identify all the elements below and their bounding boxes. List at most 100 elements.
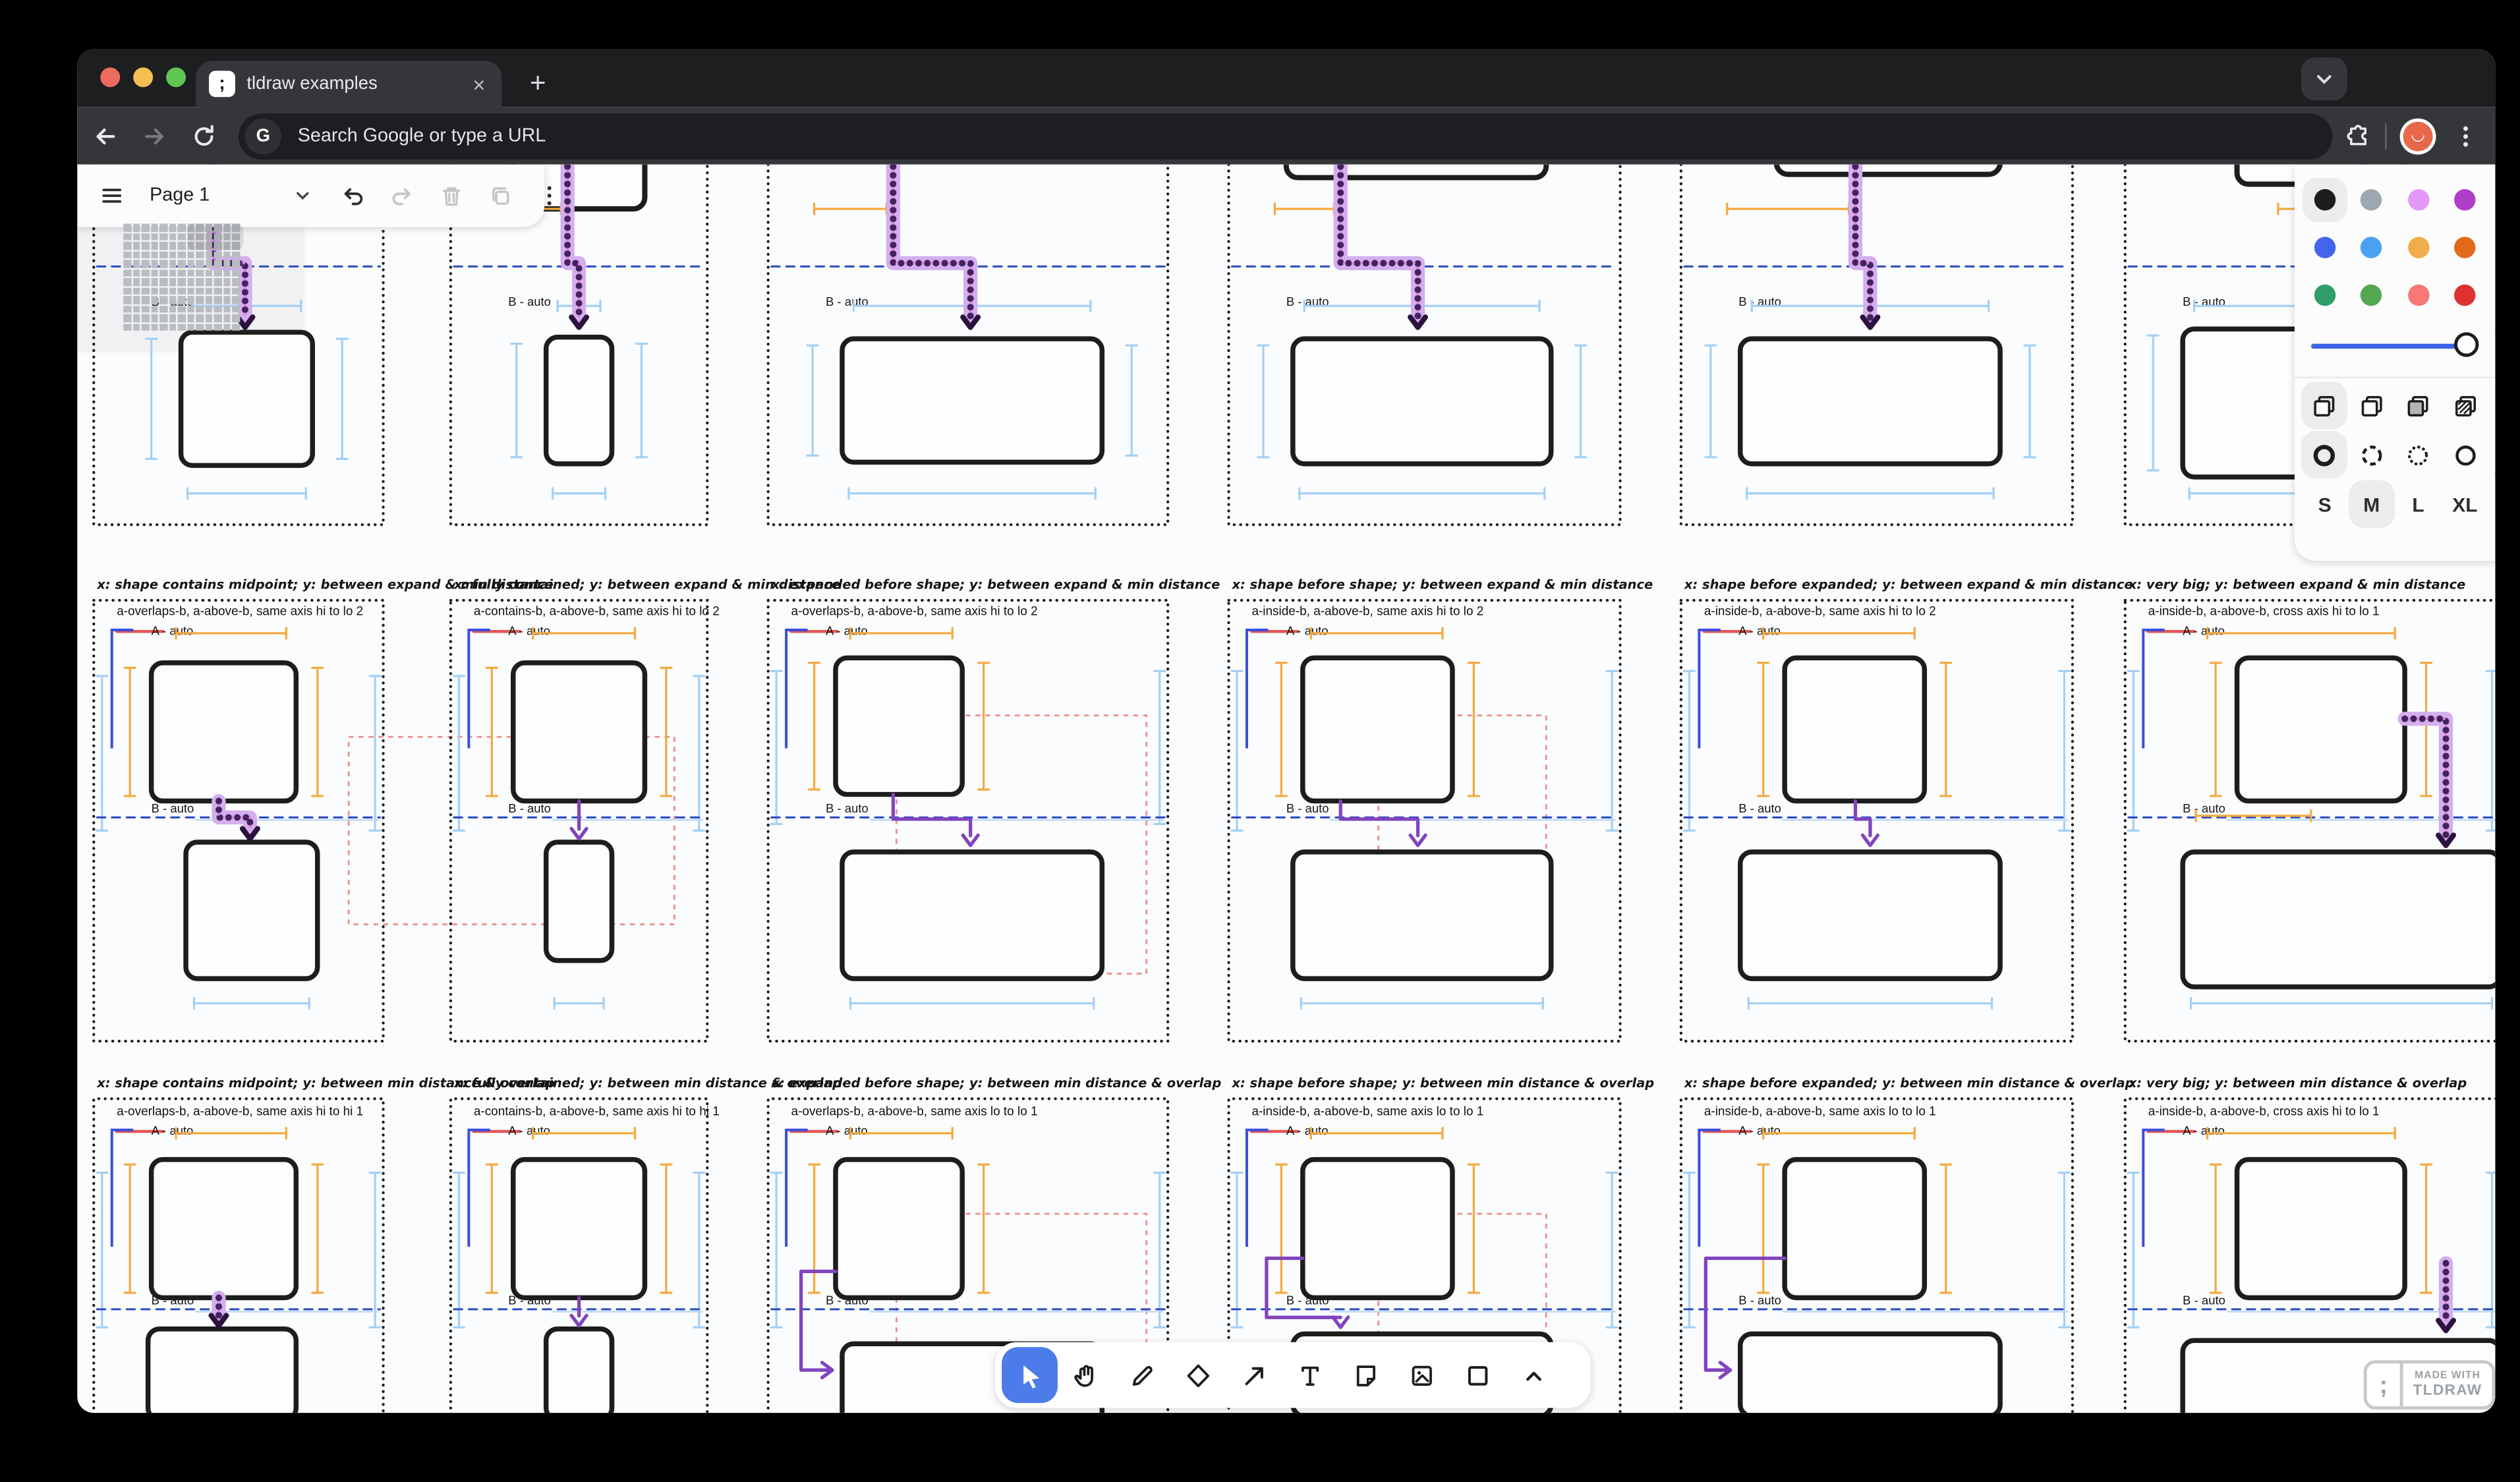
opacity-slider[interactable] xyxy=(2311,324,2479,367)
tldraw-watermark[interactable]: ; MADE WITH TLDRAW xyxy=(2364,1360,2496,1410)
color-red-swatch[interactable] xyxy=(2442,273,2486,317)
arrow[interactable] xyxy=(893,795,970,836)
color-blue-swatch[interactable] xyxy=(2303,225,2347,270)
shape-b[interactable] xyxy=(1293,852,1551,979)
redo-button[interactable] xyxy=(377,171,426,221)
tool-rectangle-button[interactable] xyxy=(1449,1347,1505,1403)
arrow[interactable] xyxy=(801,1271,836,1370)
extensions-icon[interactable] xyxy=(2345,123,2372,149)
asset-icon xyxy=(1407,1361,1435,1388)
zoom-window-button[interactable] xyxy=(166,67,186,87)
minimap-viewport[interactable] xyxy=(188,223,244,250)
color-violet-swatch[interactable] xyxy=(2442,178,2486,222)
shape-a[interactable] xyxy=(1785,1160,1924,1298)
canvas-svg[interactable]: B - autoB - autoB - autoB - autoB - auto… xyxy=(77,165,2495,1413)
shape-a[interactable] xyxy=(836,658,962,794)
arrow-casing[interactable] xyxy=(1340,165,1418,318)
tab-search-button[interactable] xyxy=(2301,57,2347,100)
arrow-core[interactable] xyxy=(893,165,970,318)
duplicate-button[interactable] xyxy=(475,171,525,221)
tool-draw-button[interactable] xyxy=(1114,1347,1170,1403)
color-light-violet-swatch[interactable] xyxy=(2396,178,2440,222)
shape-b[interactable] xyxy=(186,842,318,979)
shape-a[interactable] xyxy=(1303,658,1452,801)
shape-b[interactable] xyxy=(546,1329,612,1413)
page-chevron-button[interactable] xyxy=(278,171,328,221)
shape-a[interactable] xyxy=(152,1160,297,1298)
shape-a[interactable] xyxy=(152,663,297,801)
close-window-button[interactable] xyxy=(100,67,120,87)
fill-none-button[interactable] xyxy=(2302,382,2348,429)
size-m-button[interactable]: M xyxy=(2349,480,2395,528)
arrow[interactable] xyxy=(1855,801,1870,836)
shape-a[interactable] xyxy=(513,663,645,801)
more-menu-button[interactable] xyxy=(525,171,574,221)
shape-b[interactable] xyxy=(546,337,612,464)
browser-menu-icon[interactable] xyxy=(2453,123,2479,149)
dash-draw-button[interactable] xyxy=(2302,431,2348,478)
tool-text-button[interactable] xyxy=(1281,1347,1337,1403)
tool-arrow-button[interactable] xyxy=(1226,1347,1282,1403)
color-grey-swatch[interactable] xyxy=(2349,178,2393,222)
color-green-swatch[interactable] xyxy=(2303,273,2347,317)
arrow-casing[interactable] xyxy=(893,165,970,318)
color-light-red-swatch[interactable] xyxy=(2396,273,2440,317)
dash-dashed-button[interactable] xyxy=(2349,431,2395,478)
shape-a[interactable] xyxy=(1286,165,1546,178)
color-orange-swatch[interactable] xyxy=(2442,225,2486,270)
shape-b[interactable] xyxy=(842,852,1102,979)
tool-hand-button[interactable] xyxy=(1058,1347,1114,1403)
shape-a[interactable] xyxy=(1303,1160,1452,1298)
dash-dotted-button[interactable] xyxy=(2395,431,2442,478)
delete-button[interactable] xyxy=(426,171,475,221)
shape-b[interactable] xyxy=(1740,339,2000,464)
shape-b[interactable] xyxy=(842,339,1102,462)
fill-semi-button[interactable] xyxy=(2349,382,2395,429)
size-xl-button[interactable]: XL xyxy=(2442,480,2488,528)
arrow-core[interactable] xyxy=(1340,165,1418,318)
fill-solid-button[interactable] xyxy=(2395,382,2442,429)
tool-more-button[interactable] xyxy=(1505,1347,1561,1403)
arrow-casing[interactable] xyxy=(1855,165,1870,318)
shape-a-label: A - auto xyxy=(826,623,868,637)
shape-a[interactable] xyxy=(513,1160,645,1298)
minimize-window-button[interactable] xyxy=(133,67,153,87)
shape-b[interactable] xyxy=(181,332,313,465)
opacity-knob[interactable] xyxy=(2454,332,2478,356)
size-l-button[interactable]: L xyxy=(2395,480,2442,528)
reload-button[interactable] xyxy=(183,114,225,157)
undo-button[interactable] xyxy=(328,171,377,221)
shape-b[interactable] xyxy=(1740,1334,2000,1413)
page-select-button[interactable]: Page 1 xyxy=(136,171,278,221)
back-button[interactable] xyxy=(84,114,127,157)
shape-a[interactable] xyxy=(2237,658,2405,801)
shape-a[interactable] xyxy=(1777,165,2000,175)
color-yellow-swatch[interactable] xyxy=(2396,225,2440,270)
shape-a[interactable] xyxy=(836,1160,962,1298)
profile-avatar[interactable]: ◡ xyxy=(2400,117,2436,154)
fill-pattern-button[interactable] xyxy=(2442,382,2488,429)
shape-b[interactable] xyxy=(148,1329,297,1413)
shape-b[interactable] xyxy=(1740,852,2000,979)
size-s-button[interactable]: S xyxy=(2302,480,2348,528)
tool-select-button[interactable] xyxy=(1002,1347,1058,1403)
tool-eraser-button[interactable] xyxy=(1170,1347,1226,1403)
tool-note-button[interactable] xyxy=(1337,1347,1393,1403)
color-light-green-swatch[interactable] xyxy=(2349,273,2393,317)
browser-tab[interactable]: ; tldraw examples × xyxy=(196,61,501,107)
color-light-blue-swatch[interactable] xyxy=(2349,225,2393,270)
shape-a[interactable] xyxy=(2237,1160,2405,1298)
minimap[interactable] xyxy=(77,220,302,352)
shape-b[interactable] xyxy=(546,842,612,961)
shape-b[interactable] xyxy=(1293,339,1551,464)
shape-a[interactable] xyxy=(1785,658,1924,801)
shape-b[interactable] xyxy=(2183,852,2495,987)
tab-close-icon[interactable]: × xyxy=(469,72,488,96)
forward-button[interactable] xyxy=(133,114,176,157)
new-tab-button[interactable]: + xyxy=(518,64,558,103)
main-menu-button[interactable] xyxy=(87,171,136,221)
dash-solid-button[interactable] xyxy=(2442,431,2488,478)
url-bar[interactable]: G Search Google or type a URL xyxy=(239,113,2332,159)
tool-asset-button[interactable] xyxy=(1393,1347,1449,1403)
color-black-swatch[interactable] xyxy=(2303,178,2347,222)
